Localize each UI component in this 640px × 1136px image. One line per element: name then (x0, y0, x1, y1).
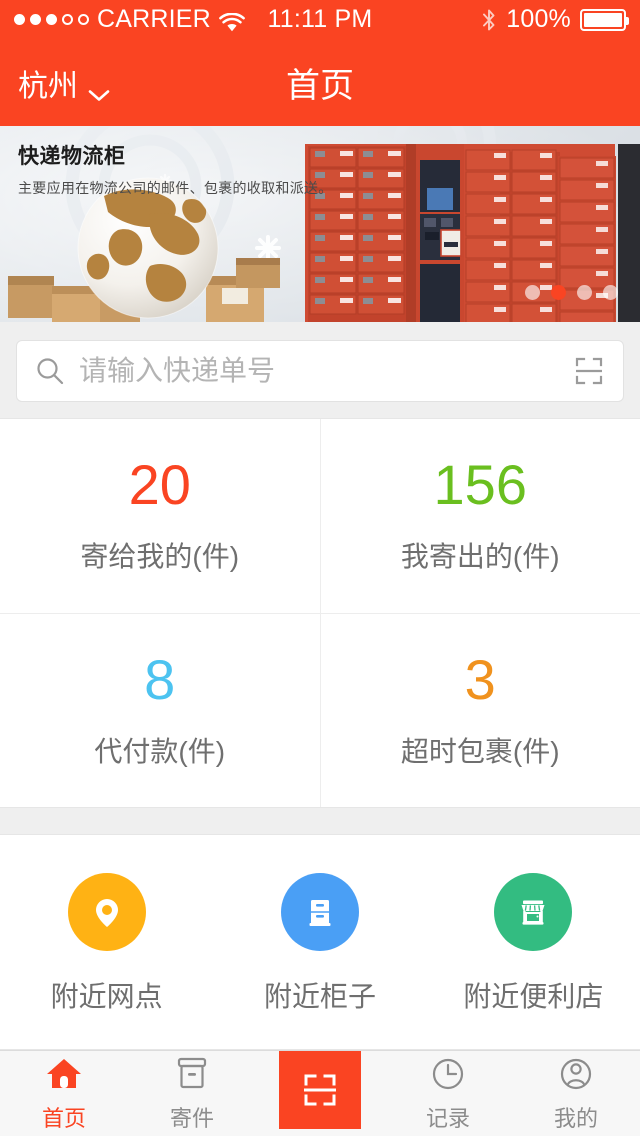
stat-label: 我寄出的(件) (400, 541, 560, 573)
stat-value: 3 (464, 647, 496, 711)
carousel-dot[interactable] (577, 285, 592, 301)
tab-records[interactable]: 记录 (384, 1051, 512, 1136)
signal-dot (62, 14, 73, 26)
stat-label: 代付款(件) (94, 735, 226, 767)
carrier-label: CARRIER (97, 5, 211, 34)
section-divider (0, 808, 640, 835)
search-section (0, 322, 640, 419)
carousel-dot[interactable] (603, 285, 618, 301)
person-icon (556, 1054, 596, 1094)
stat-card-overdue[interactable]: 3 超时包裹(件) (319, 614, 640, 808)
stat-label: 超时包裹(件) (400, 735, 560, 767)
stats-grid: 20 寄给我的(件) 156 我寄出的(件) 8 代付款(件) 3 超时包裹(件… (0, 418, 640, 809)
battery-percent-label: 100% (506, 5, 571, 34)
scan-icon[interactable] (573, 355, 605, 387)
signal-dot (78, 14, 89, 26)
banner-text-block: 快递物流柜 主要应用在物流公司的邮件、包裹的收取和派送。 (18, 140, 333, 198)
stat-label: 寄给我的(件) (80, 541, 240, 573)
stat-value: 20 (128, 453, 191, 517)
tab-label: 寄件 (169, 1106, 214, 1132)
stat-value: 156 (433, 453, 527, 517)
promo-banner-carousel[interactable]: 快递物流柜 主要应用在物流公司的邮件、包裹的收取和派送。 (0, 125, 640, 323)
signal-dot (30, 14, 41, 26)
signal-strength-dots (14, 14, 89, 26)
battery-full-icon (580, 8, 629, 31)
search-bar[interactable] (16, 340, 624, 403)
stat-card-sent[interactable]: 156 我寄出的(件) (319, 419, 640, 614)
stat-value: 8 (144, 647, 176, 711)
quick-actions: 附近网点 附近柜子 附近便利店 (0, 834, 640, 1051)
quick-action-nearby-branches[interactable]: 附近网点 (0, 873, 213, 1015)
city-selector[interactable]: 杭州 (18, 61, 110, 105)
bluetooth-icon (481, 8, 497, 32)
location-pin-icon (67, 873, 146, 952)
status-bar-left: CARRIER (14, 5, 245, 34)
bottom-tab-bar: 首页 寄件 记录 我的 (0, 1050, 640, 1136)
stat-card-cod[interactable]: 8 代付款(件) (0, 614, 320, 807)
scan-button[interactable] (279, 1051, 361, 1130)
package-box-icon (172, 1054, 212, 1094)
banner-title: 快递物流柜 (18, 144, 126, 168)
quick-action-nearby-stores[interactable]: 附近便利店 (427, 873, 640, 1015)
signal-dot (46, 14, 57, 26)
status-bar-right: 100% (481, 5, 629, 34)
stats-row: 20 寄给我的(件) 156 我寄出的(件) (0, 419, 640, 614)
tab-label: 记录 (425, 1106, 470, 1132)
banner-subtitle: 主要应用在物流公司的邮件、包裹的收取和派送。 (18, 179, 333, 196)
carousel-pagination[interactable] (525, 285, 618, 301)
city-label: 杭州 (18, 69, 78, 103)
tab-profile[interactable]: 我的 (512, 1051, 640, 1136)
tab-send-package[interactable]: 寄件 (128, 1051, 256, 1136)
stats-row: 8 代付款(件) 3 超时包裹(件) (0, 613, 640, 808)
quick-action-label: 附近便利店 (463, 981, 604, 1013)
quick-action-nearby-lockers[interactable]: 附近柜子 (213, 873, 426, 1015)
carousel-dot[interactable] (525, 285, 540, 301)
carousel-dot-active[interactable] (551, 285, 566, 301)
signal-dot (14, 14, 25, 26)
scan-icon (304, 1074, 336, 1106)
app-root: CARRIER 11:11 PM 100% 杭州 首页 快递物流柜 主要应用在物… (0, 0, 640, 1136)
wifi-icon (219, 12, 245, 32)
stat-card-received[interactable]: 20 寄给我的(件) (0, 419, 320, 613)
nav-bar: 杭州 首页 (0, 39, 640, 126)
quick-action-label: 附近网点 (50, 981, 163, 1013)
search-input[interactable] (79, 355, 559, 388)
home-icon (44, 1054, 84, 1094)
search-icon (35, 356, 65, 386)
locker-cabinet-icon (280, 873, 359, 952)
status-bar: CARRIER 11:11 PM 100% (0, 0, 640, 40)
tab-home[interactable]: 首页 (0, 1051, 128, 1136)
quick-action-label: 附近柜子 (263, 981, 376, 1013)
chevron-down-icon (88, 76, 110, 101)
storefront-icon (494, 873, 573, 952)
tab-label: 首页 (41, 1106, 86, 1132)
tab-scan[interactable] (256, 1051, 384, 1136)
tab-label: 我的 (553, 1106, 598, 1132)
clock-icon (428, 1054, 468, 1094)
